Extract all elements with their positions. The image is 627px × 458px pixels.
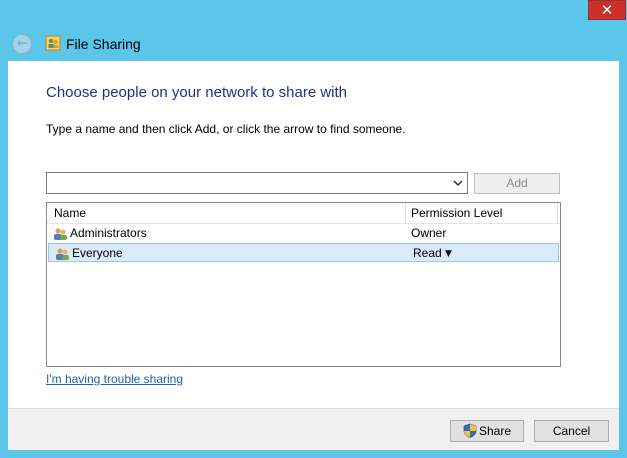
list-item[interactable]: Administrators Owner bbox=[47, 224, 560, 243]
column-header-permission[interactable]: Permission Level bbox=[411, 206, 502, 220]
page-heading: Choose people on your network to share w… bbox=[46, 84, 348, 101]
dialog-content: Choose people on your network to share w… bbox=[8, 61, 619, 408]
list-item-name: Administrators bbox=[70, 226, 147, 240]
share-button-label: Share bbox=[478, 424, 512, 438]
column-divider[interactable] bbox=[557, 203, 558, 223]
sharing-list: Name Permission Level Administrators Own… bbox=[46, 202, 561, 367]
window-title: File Sharing bbox=[66, 36, 141, 52]
column-header-name[interactable]: Name bbox=[54, 206, 86, 220]
close-icon: ✕ bbox=[600, 1, 614, 19]
list-header: Name Permission Level bbox=[47, 203, 560, 224]
trouble-sharing-link[interactable]: I'm having trouble sharing bbox=[46, 372, 183, 386]
file-sharing-window: ✕ ← File Sharing Choose people on your n… bbox=[0, 0, 627, 458]
users-icon bbox=[45, 35, 61, 51]
caret-down-icon[interactable]: ▼ bbox=[445, 249, 452, 259]
close-button[interactable]: ✕ bbox=[588, 0, 626, 20]
title-bar: ← File Sharing bbox=[0, 28, 627, 60]
list-item-name: Everyone bbox=[72, 246, 123, 260]
back-arrow-icon: ← bbox=[17, 36, 28, 50]
permission-dropdown[interactable]: Read bbox=[413, 246, 442, 260]
list-item[interactable]: Everyone Read ▼ bbox=[48, 243, 559, 262]
dialog-footer: Share Cancel bbox=[8, 408, 619, 450]
list-item-permission: Owner bbox=[411, 226, 447, 240]
cancel-button[interactable]: Cancel bbox=[534, 420, 609, 442]
instruction-text: Type a name and then click Add, or click… bbox=[46, 122, 406, 136]
column-divider[interactable] bbox=[405, 203, 406, 223]
user-group-icon bbox=[54, 228, 67, 240]
back-button[interactable]: ← bbox=[12, 34, 32, 54]
user-group-icon bbox=[56, 248, 69, 260]
uac-shield-icon bbox=[463, 423, 477, 439]
add-button[interactable]: Add bbox=[474, 173, 560, 194]
name-input[interactable] bbox=[49, 174, 448, 194]
chevron-down-icon[interactable] bbox=[452, 176, 464, 190]
share-button[interactable]: Share bbox=[450, 420, 524, 442]
name-combobox[interactable] bbox=[46, 172, 468, 194]
